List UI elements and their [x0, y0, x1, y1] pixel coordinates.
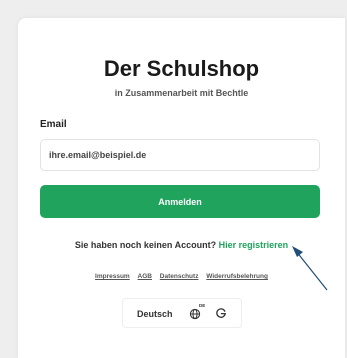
language-selector[interactable]: Deutsch DE: [122, 298, 242, 328]
language-label: Deutsch: [137, 309, 173, 319]
google-translate-icon: [216, 308, 226, 318]
page-subtitle: in Zusammenarbeit mit Bechtle: [114, 88, 249, 98]
register-prompt-text: Sie haben noch keinen Account?: [74, 240, 217, 250]
login-card: Der Schulshop in Zusammenarbeit mit Bech…: [18, 18, 345, 358]
register-link[interactable]: Hier registrieren: [219, 240, 289, 250]
footer-link-widerrufsbelehrung[interactable]: Widerrufsbelehrung: [206, 273, 268, 280]
login-button[interactable]: Anmelden: [40, 185, 320, 218]
globe-icon: [189, 308, 201, 320]
page-title: Der Schulshop: [103, 56, 260, 81]
footer-links: Impressum AGB Datenschutz Widerrufsbeleh…: [18, 272, 345, 281]
language-code: DE: [199, 303, 206, 308]
register-prompt: Sie haben noch keinen Account? Hier regi…: [18, 239, 345, 251]
footer-link-agb[interactable]: AGB: [138, 273, 152, 280]
footer-link-impressum[interactable]: Impressum: [95, 273, 130, 280]
email-label: Email: [40, 119, 67, 130]
email-field[interactable]: [40, 139, 320, 171]
footer-link-datenschutz[interactable]: Datenschutz: [160, 273, 199, 280]
